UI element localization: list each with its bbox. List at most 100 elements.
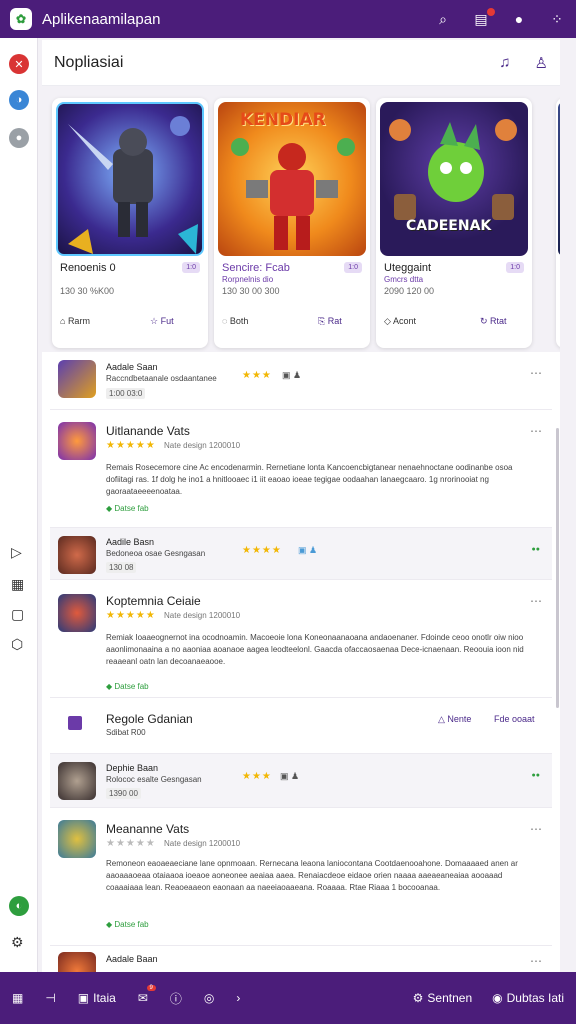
card-action-1[interactable]: ◌ Both <box>222 316 248 326</box>
item-title: Meananne Vats <box>106 822 190 836</box>
scrollbar[interactable] <box>556 428 559 708</box>
shield-icon[interactable]: ⬡ <box>11 636 23 653</box>
split-icon[interactable]: ⊣ <box>45 991 55 1005</box>
grid-icon[interactable]: ⁘ <box>548 11 566 28</box>
rating-stars: ★★★★★ <box>106 610 156 621</box>
section-link-2[interactable]: Fde ooaat <box>494 714 535 724</box>
profile-icon[interactable]: ♙ <box>535 54 548 72</box>
armored-hero-art <box>68 116 198 254</box>
rating-stars: ★★★★ <box>242 545 282 556</box>
app-icon <box>58 422 96 460</box>
card-action-2[interactable]: ☆ Fut <box>150 316 174 327</box>
rating-stars: ★★★★★ <box>106 838 156 849</box>
card-action-2[interactable]: ⎘ Rat <box>318 316 342 327</box>
card-badge: 1:0 <box>344 262 362 273</box>
more-options-icon[interactable]: ⋯ <box>530 424 542 438</box>
art-title: CADEENAK <box>406 218 492 234</box>
top-app-bar: ✿ Aplikenaamilapan ⌕ ▤ ● ⁘ <box>0 0 576 38</box>
item-description: Remiak Ioaaeognernot ina ocodnoamin. Mac… <box>106 633 524 666</box>
rail-app-red-icon[interactable]: ✕ <box>9 54 29 74</box>
refresh-icon[interactable]: ◎ <box>204 991 214 1005</box>
sentnen-button[interactable]: ⚙ Sentnen <box>413 991 472 1005</box>
more-options-icon[interactable]: ⋯ <box>530 366 542 380</box>
game-art-image <box>558 102 560 256</box>
page-header: Nopliasiai ♫ ♙ <box>42 40 560 86</box>
app-logo[interactable]: ✿ <box>10 8 32 30</box>
section-link-1[interactable]: △ Nente <box>438 714 471 725</box>
rail-app-gray-icon[interactable]: ● <box>9 128 29 148</box>
notification-icon[interactable]: ▤ <box>472 7 495 28</box>
red-robot-art <box>231 138 355 250</box>
chevron-right-icon[interactable]: › <box>236 991 240 1005</box>
item-subtitle: Rolococ esalte Gesngasan <box>106 775 202 784</box>
help-icon[interactable]: ● <box>510 11 528 28</box>
tasks-button[interactable]: ▣ Itaia <box>78 991 116 1005</box>
list-item[interactable]: Aadale Saan Raccndbetaanale osdaantanee … <box>50 352 552 410</box>
rating-stars: ★★★ <box>242 370 272 381</box>
item-title: Uitlanande Vats <box>106 424 190 438</box>
item-subtitle: Raccndbetaanale osdaantanee <box>106 374 217 383</box>
play-icon[interactable]: ▷ <box>11 544 22 561</box>
card-name: Renoenis 0 <box>60 262 116 274</box>
featured-card-peek[interactable] <box>556 98 560 348</box>
bell-icon[interactable]: ♫ <box>499 54 510 71</box>
left-rail: ✕ ◑ ● ▷ ▦ ▢ ⬡ ◐ ⚙ <box>0 38 38 972</box>
section-title: Regole Gdanian <box>106 712 193 726</box>
messages-icon[interactable]: ✉ 9 <box>138 985 156 1005</box>
list-item[interactable]: Aadile Basn Bedoneoa osae Gesngasan ★★★★… <box>50 528 552 580</box>
app-icon <box>58 360 96 398</box>
list-item[interactable]: Meananne Vats ★★★★★ Nate design 1200010 … <box>50 808 552 946</box>
list-item[interactable]: Uitlanande Vats ★★★★★ Nate design 120001… <box>50 410 552 528</box>
featured-card-3[interactable]: CADEENAK Uteggaint Gmcrs dtta 1:0 2090 1… <box>376 98 532 348</box>
more-options-icon[interactable]: ⋯ <box>530 594 542 608</box>
dubtas-button[interactable]: ◉ Dubtas Iati <box>492 991 564 1005</box>
item-meta: Nate design 1200010 <box>164 441 241 450</box>
item-description: Remoneon eaoaeaeciane lane opnmoaan. Rer… <box>106 859 518 892</box>
more-options-icon[interactable]: ⋯ <box>530 954 542 968</box>
app-icon <box>58 762 96 800</box>
section-icon <box>68 716 82 730</box>
rating-stars: ★★★★★ <box>106 440 156 451</box>
featured-card-1[interactable]: Renoenis 0 1:0 130 30 %K00 ⌂ Rarm ☆ Fut <box>52 98 208 348</box>
item-subtitle: Bedoneoa osae Gesngasan <box>106 549 206 558</box>
item-title: Aadale Baan <box>106 954 158 964</box>
card-action-1[interactable]: ◇ Acont <box>384 316 416 327</box>
app-list: Aadale Saan Raccndbetaanale osdaantanee … <box>42 352 560 972</box>
app-icon <box>58 952 96 972</box>
item-description: Remais Rosecemore cine Ac encodenarmin. … <box>106 463 513 496</box>
card-badge: 1:0 <box>506 262 524 273</box>
card-action-1[interactable]: ⌂ Rarm <box>60 316 90 326</box>
card-date: 130 30 00 300 <box>222 286 280 296</box>
info-icon[interactable]: ⓘ <box>170 990 182 1007</box>
main-content: Nopliasiai ♫ ♙ Renoenis 0 1:0 130 30 %K0… <box>42 40 560 972</box>
rail-status-green-icon[interactable]: ◐ <box>9 896 29 916</box>
map-icon[interactable]: ▦ <box>11 576 24 593</box>
rail-app-blue-icon[interactable]: ◑ <box>9 90 29 110</box>
item-tag: ◆ Datse fab <box>106 682 149 691</box>
more-options-icon[interactable]: ⋯ <box>530 822 542 836</box>
card-date: 130 30 %K00 <box>60 286 115 296</box>
item-title: Dephie Baan <box>106 763 159 773</box>
item-title: Aadale Saan <box>106 362 158 372</box>
device-icons: ▣ ♟ <box>298 545 318 555</box>
list-item[interactable]: Aadale Baan ⋯ <box>50 946 552 972</box>
bottom-bar: ▦ ⊣ ▣ Itaia ✉ 9 ⓘ ◎ › ⚙ Sentnen ◉ Dubtas … <box>0 972 576 1024</box>
window-icon[interactable]: ▢ <box>11 606 24 623</box>
section-subtitle: Sdibat R00 <box>106 728 146 737</box>
settings-icon[interactable]: ⚙ <box>11 934 24 951</box>
card-name: Sencire: Fcab <box>222 262 290 274</box>
section-header: Regole Gdanian Sdibat R00 △ Nente Fde oo… <box>50 698 552 754</box>
featured-card-2[interactable]: KENDIAR Sencire: Fcab Rorpnelnis dio 1:0… <box>214 98 370 348</box>
search-icon[interactable]: ⌕ <box>434 11 452 28</box>
card-subtitle: Rorpnelnis dio <box>222 275 274 284</box>
device-icons: ▣ ♟ <box>280 771 300 781</box>
list-item[interactable]: Koptemnia Ceiaie ★★★★★ Nate design 12000… <box>50 580 552 698</box>
featured-carousel: Renoenis 0 1:0 130 30 %K00 ⌂ Rarm ☆ Fut … <box>42 86 560 350</box>
item-title: Aadile Basn <box>106 537 155 547</box>
card-action-2[interactable]: ↻ Rtat <box>480 316 507 327</box>
card-subtitle: Gmcrs dtta <box>384 275 424 284</box>
status-indicator: ●● <box>531 772 540 779</box>
grid-view-icon[interactable]: ▦ <box>12 991 23 1005</box>
item-title: Koptemnia Ceiaie <box>106 594 201 608</box>
list-item[interactable]: Dephie Baan Rolococ esalte Gesngasan ★★★… <box>50 754 552 808</box>
